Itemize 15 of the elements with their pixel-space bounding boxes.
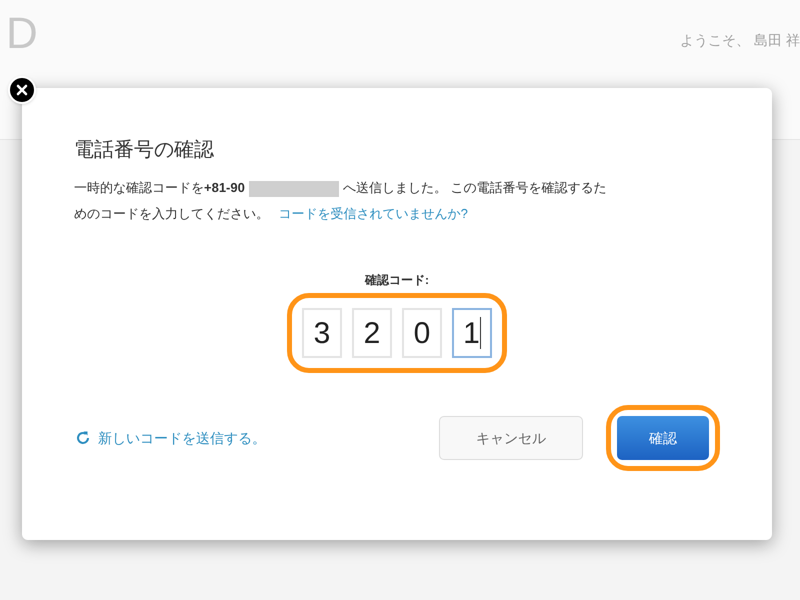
code-digit-field[interactable]: 0 [402,308,442,358]
code-digit-field[interactable]: 3 [302,308,342,358]
dialog-title: 電話番号の確認 [74,138,215,163]
code-digit-field[interactable]: 1 [452,308,492,358]
welcome-text: ようこそ、 島田 祥 [680,31,800,50]
code-label: 確認コード: [365,272,429,289]
refresh-icon [74,429,92,447]
close-icon [16,84,28,96]
resend-link[interactable]: 新しいコードを送信する。 [74,428,266,448]
confirm-button[interactable]: 確認 [617,416,709,460]
code-digit-field[interactable]: 2 [352,308,392,358]
text-cursor [480,317,481,349]
cancel-button[interactable]: キャンセル [439,416,583,460]
dialog-message: 一時的な確認コードを+81-90 へ送信しました。 この電話番号を確認するためのコードを入力してください。 コードを受信されていませんか? [74,179,608,223]
help-link[interactable]: コードを受信されていませんか? [278,206,468,221]
